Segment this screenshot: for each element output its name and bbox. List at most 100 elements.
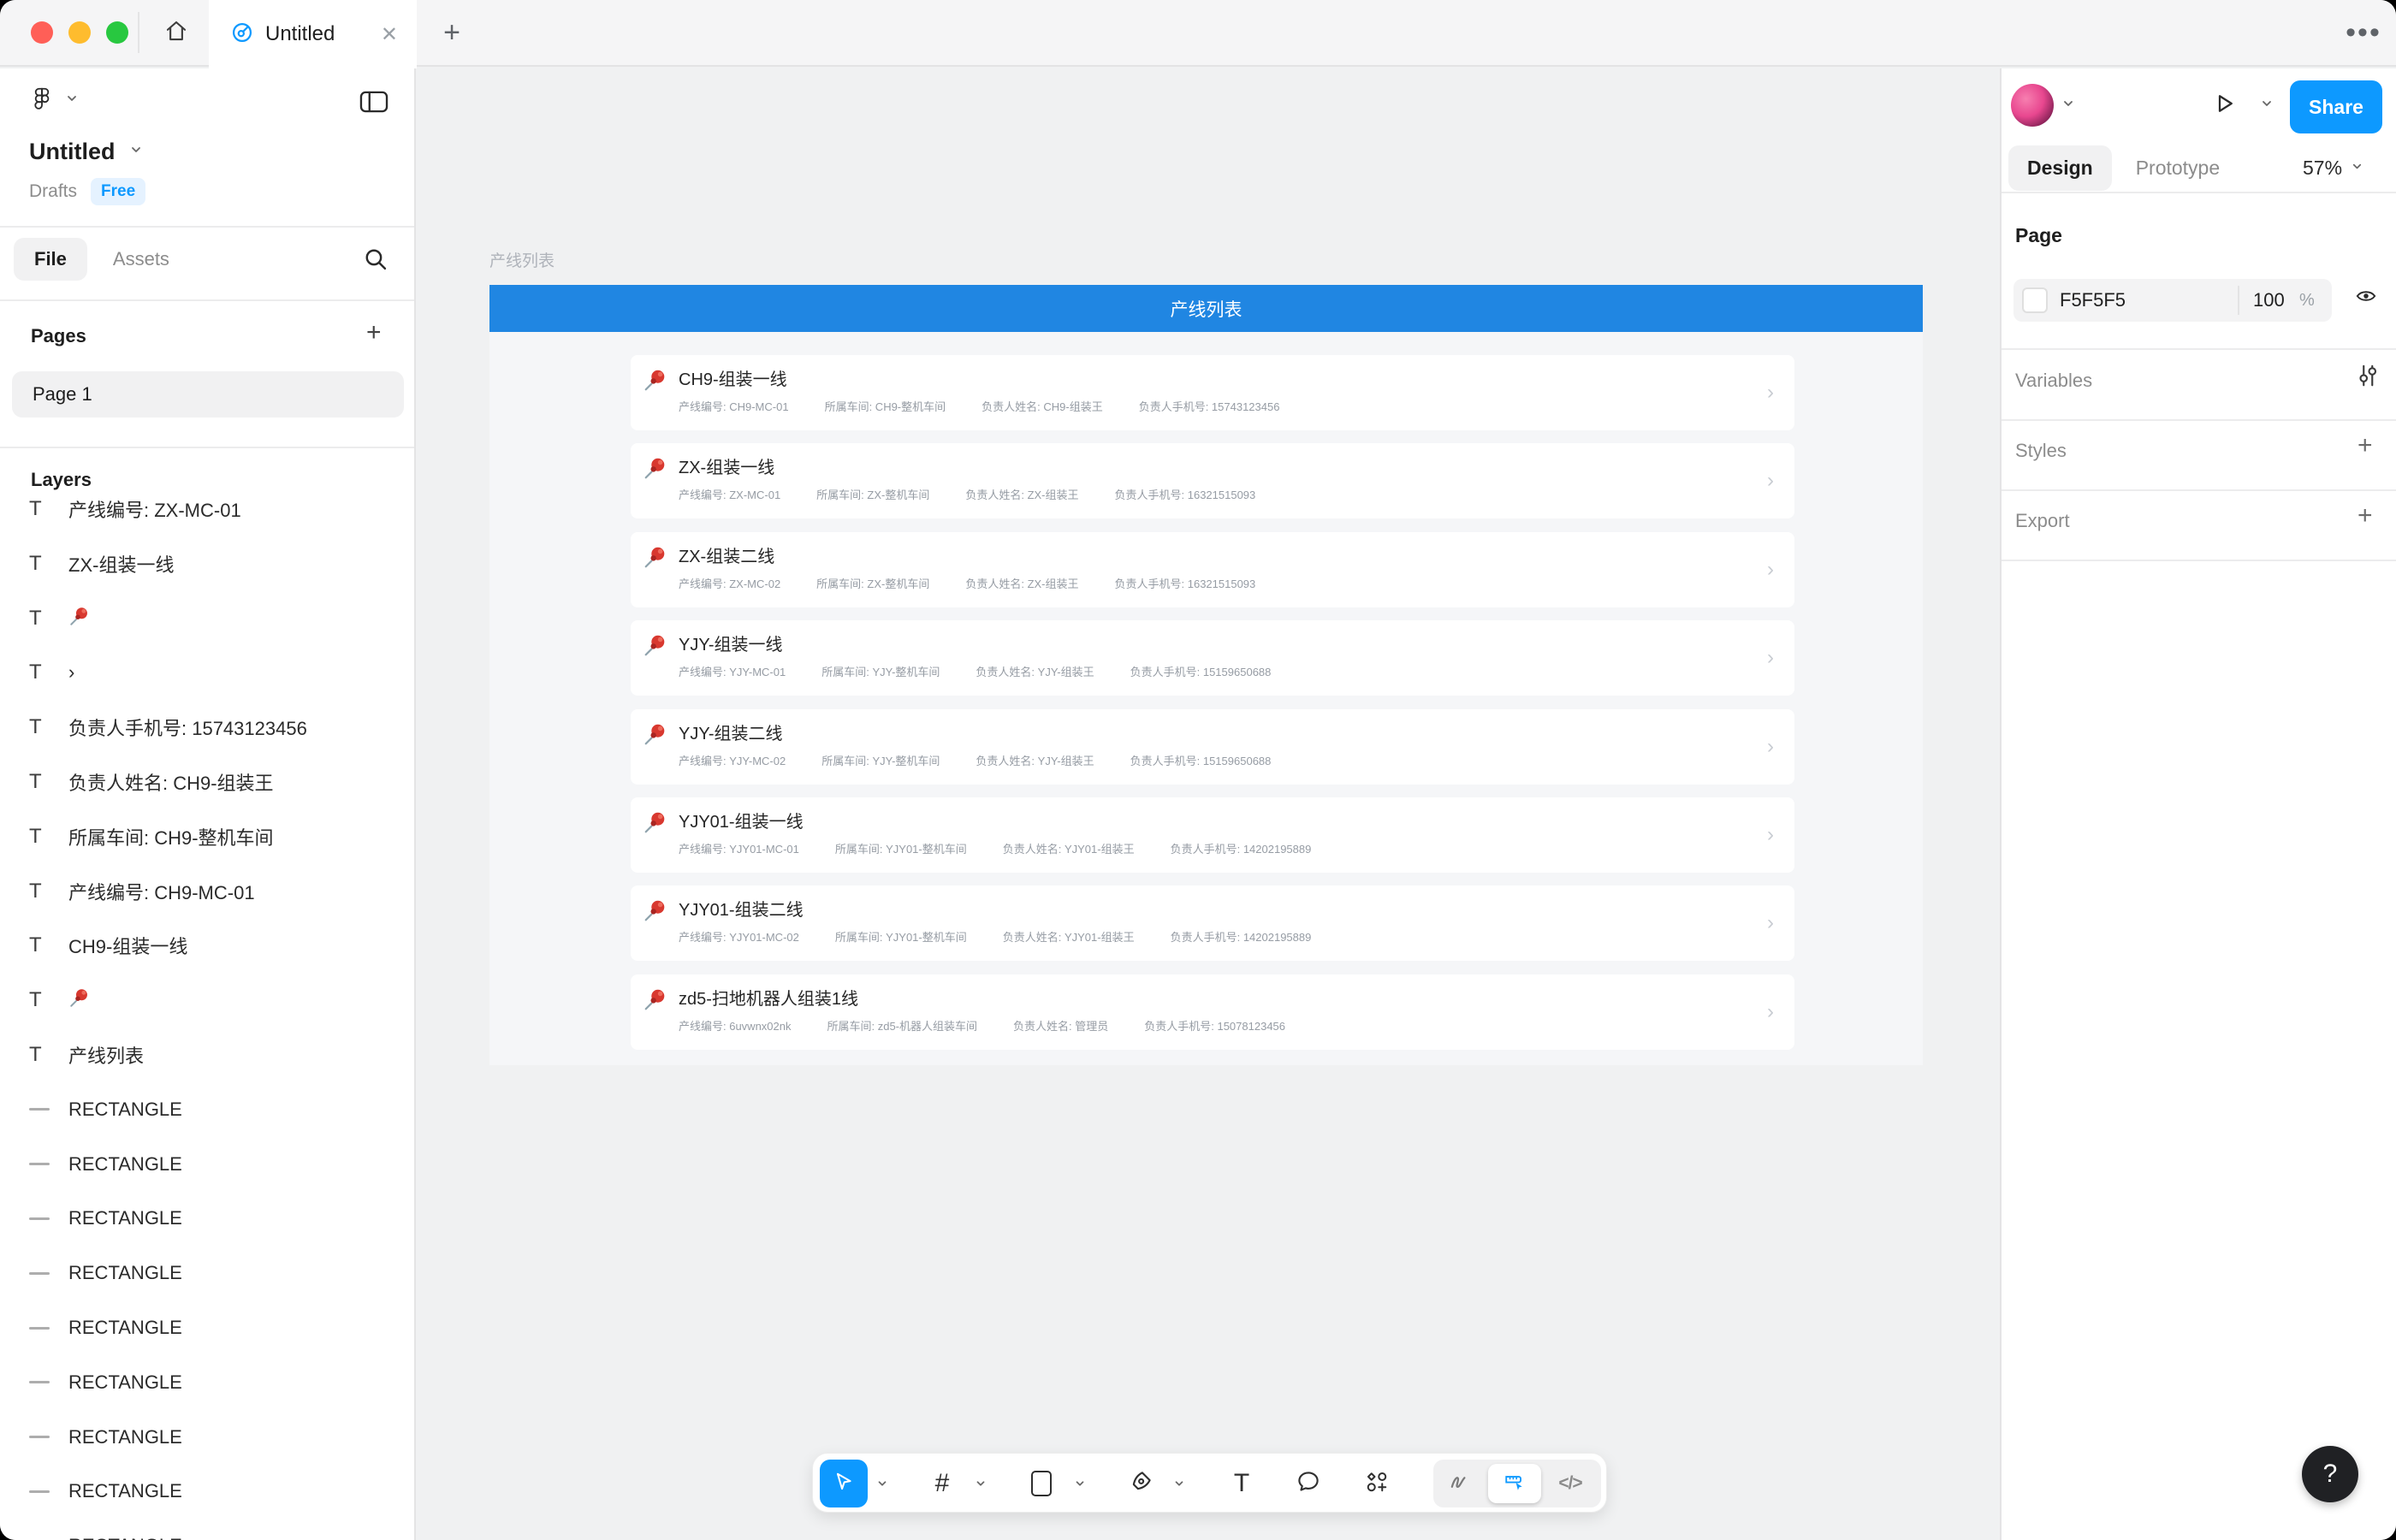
actions-tool-button[interactable] bbox=[1353, 1460, 1401, 1507]
layer-row-text[interactable]: T负责人姓名: CH9-组装王 bbox=[0, 755, 414, 809]
avatar-menu-chevron-icon[interactable] bbox=[2061, 97, 2075, 115]
production-line-card[interactable]: YJY01-组装一线产线编号: YJY01-MC-01所属车间: YJY01-整… bbox=[631, 797, 1794, 873]
frame-tool-menu[interactable] bbox=[975, 1478, 987, 1494]
layer-row-rectangle[interactable]: RECTANGLE bbox=[0, 1082, 414, 1137]
layer-row-rectangle[interactable]: RECTANGLE bbox=[0, 1300, 414, 1355]
right-inspector-panel: Share Design Prototype 57% Page F5F5F5 1… bbox=[2000, 68, 2396, 1540]
window-more-menu[interactable]: ••• bbox=[2341, 12, 2386, 53]
card-meta-item: 产线编号: YJY-MC-02 bbox=[679, 752, 786, 768]
add-export-button[interactable]: + bbox=[2357, 501, 2373, 530]
production-line-card[interactable]: YJY01-组装二线产线编号: YJY01-MC-02所属车间: YJY01-整… bbox=[631, 886, 1794, 961]
file-name-menu[interactable]: Untitled bbox=[29, 139, 143, 165]
layer-row-rectangle[interactable]: RECTANGLE bbox=[0, 1464, 414, 1519]
layer-row-rectangle[interactable]: RECTANGLE bbox=[0, 1410, 414, 1465]
layer-row-text[interactable]: TZX-组装一线 bbox=[0, 536, 414, 591]
layer-row-text[interactable]: T负责人手机号: 15743123456 bbox=[0, 700, 414, 755]
close-tab-icon[interactable]: ✕ bbox=[381, 22, 398, 47]
move-tool-menu[interactable] bbox=[876, 1478, 888, 1494]
shape-tool-menu[interactable] bbox=[1074, 1478, 1086, 1494]
frame-name-label[interactable]: 产线列表 bbox=[489, 248, 555, 271]
page-name: Page 1 bbox=[33, 383, 92, 406]
card-meta-item: 负责人姓名: ZX-组装王 bbox=[965, 486, 1078, 502]
zoom-level-control[interactable]: 57% bbox=[2303, 157, 2363, 180]
visibility-toggle[interactable] bbox=[2352, 286, 2380, 311]
shape-tool-button[interactable] bbox=[1017, 1460, 1065, 1507]
card-meta-item: 负责人姓名: ZX-组装王 bbox=[965, 575, 1078, 591]
inspect-mode-button[interactable] bbox=[1488, 1464, 1541, 1503]
comment-tool-button[interactable] bbox=[1284, 1460, 1332, 1507]
layer-row-text[interactable]: T产线编号: CH9-MC-01 bbox=[0, 864, 414, 919]
scribble-icon bbox=[1447, 1470, 1471, 1498]
production-line-card[interactable]: ZX-组装二线产线编号: ZX-MC-02所属车间: ZX-整机车间负责人姓名:… bbox=[631, 532, 1794, 607]
play-icon bbox=[2211, 105, 2237, 120]
card-title: YJY-组装二线 bbox=[679, 720, 783, 744]
color-hex-field[interactable]: F5F5F5 bbox=[2060, 289, 2126, 311]
draw-annotate-button[interactable] bbox=[1435, 1460, 1483, 1507]
chevron-down-icon bbox=[2351, 160, 2363, 177]
question-mark-icon: ? bbox=[2323, 1460, 2338, 1489]
tab-assets[interactable]: Assets bbox=[113, 248, 169, 270]
minimize-window-button[interactable] bbox=[68, 21, 91, 44]
production-line-card[interactable]: ZX-组装一线产线编号: ZX-MC-01所属车间: ZX-整机车间负责人姓名:… bbox=[631, 443, 1794, 518]
user-avatar[interactable] bbox=[2011, 84, 2054, 127]
help-button[interactable]: ? bbox=[2302, 1446, 2358, 1502]
line-shape-icon bbox=[29, 1163, 68, 1165]
home-button[interactable] bbox=[154, 12, 199, 53]
opacity-field[interactable]: 100 bbox=[2253, 289, 2285, 311]
canvas[interactable]: 产线列表 产线列表 CH9-组装一线产线编号: CH9-MC-01所属车间: C… bbox=[416, 68, 2002, 1540]
layer-row-text[interactable]: T所属车间: CH9-整机车间 bbox=[0, 809, 414, 864]
canvas-toolbar: # T </> bbox=[812, 1453, 1607, 1513]
layer-row-text[interactable]: T› bbox=[0, 645, 414, 700]
present-button[interactable] bbox=[2211, 91, 2237, 121]
layer-row-rectangle[interactable]: RECTANGLE bbox=[0, 1246, 414, 1300]
layer-row-text[interactable]: TCH9-组装一线 bbox=[0, 918, 414, 973]
add-style-button[interactable]: + bbox=[2357, 431, 2373, 460]
layer-name: 产线列表 bbox=[68, 1041, 144, 1069]
chevron-right-icon: › bbox=[1767, 469, 1774, 493]
frame-tool-button[interactable]: # bbox=[918, 1460, 966, 1507]
move-tool-button[interactable] bbox=[820, 1460, 868, 1507]
layer-row-text[interactable]: T bbox=[0, 591, 414, 646]
color-swatch[interactable] bbox=[2022, 287, 2048, 313]
ruler-cursor-icon bbox=[1503, 1471, 1526, 1497]
zoom-window-button[interactable] bbox=[106, 21, 128, 44]
dev-mode-button[interactable]: </> bbox=[1546, 1460, 1594, 1507]
card-meta-item: 所属车间: YJY01-整机车间 bbox=[835, 840, 967, 856]
layer-row-rectangle[interactable]: RECTANGLE bbox=[0, 1191, 414, 1246]
layer-row-text[interactable]: T产线列表 bbox=[0, 1028, 414, 1082]
text-tool-button[interactable]: T bbox=[1218, 1460, 1266, 1507]
production-line-card[interactable]: zd5-扫地机器人组装1线产线编号: 6uvwnx02nk所属车间: zd5-机… bbox=[631, 974, 1794, 1050]
present-menu-chevron-icon[interactable] bbox=[2260, 97, 2274, 115]
pen-tool-button[interactable] bbox=[1117, 1460, 1165, 1507]
pushpin-icon bbox=[643, 986, 668, 1016]
tab-prototype[interactable]: Prototype bbox=[2136, 157, 2220, 180]
close-window-button[interactable] bbox=[31, 21, 53, 44]
pushpin-icon bbox=[643, 809, 668, 839]
design-frame[interactable]: 产线列表 CH9-组装一线产线编号: CH9-MC-01所属车间: CH9-整机… bbox=[489, 285, 1923, 1065]
share-button[interactable]: Share bbox=[2290, 80, 2382, 133]
production-line-card[interactable]: YJY-组装二线产线编号: YJY-MC-02所属车间: YJY-整机车间负责人… bbox=[631, 709, 1794, 785]
pen-tool-menu[interactable] bbox=[1173, 1478, 1185, 1494]
layer-row-rectangle[interactable]: RECTANGLE bbox=[0, 1519, 414, 1540]
tab-file[interactable]: File bbox=[14, 238, 87, 281]
main-menu[interactable] bbox=[29, 86, 79, 116]
search-button[interactable] bbox=[363, 246, 388, 276]
production-line-card[interactable]: CH9-组装一线产线编号: CH9-MC-01所属车间: CH9-整机车间负责人… bbox=[631, 355, 1794, 430]
pushpin-icon bbox=[643, 721, 668, 751]
card-meta-item: 所属车间: ZX-整机车间 bbox=[816, 486, 929, 502]
layer-name: RECTANGLE bbox=[68, 1207, 182, 1229]
layer-row-rectangle[interactable]: RECTANGLE bbox=[0, 1137, 414, 1192]
tab-design[interactable]: Design bbox=[2008, 145, 2112, 191]
layer-row-rectangle[interactable]: RECTANGLE bbox=[0, 1355, 414, 1410]
page-list-item[interactable]: Page 1 bbox=[12, 371, 404, 418]
layer-row-text[interactable]: T bbox=[0, 973, 414, 1028]
frame-header-title: 产线列表 bbox=[1171, 296, 1242, 322]
new-tab-button[interactable]: + bbox=[433, 14, 471, 51]
toggle-sidebar-button[interactable] bbox=[359, 89, 388, 119]
open-variables-button[interactable] bbox=[2354, 363, 2380, 393]
file-tab[interactable]: Untitled ✕ bbox=[209, 0, 417, 68]
code-icon: </> bbox=[1558, 1473, 1581, 1494]
add-page-button[interactable]: + bbox=[366, 318, 382, 347]
layer-row-text[interactable]: T产线编号: ZX-MC-01 bbox=[0, 495, 414, 536]
production-line-card[interactable]: YJY-组装一线产线编号: YJY-MC-01所属车间: YJY-整机车间负责人… bbox=[631, 620, 1794, 696]
